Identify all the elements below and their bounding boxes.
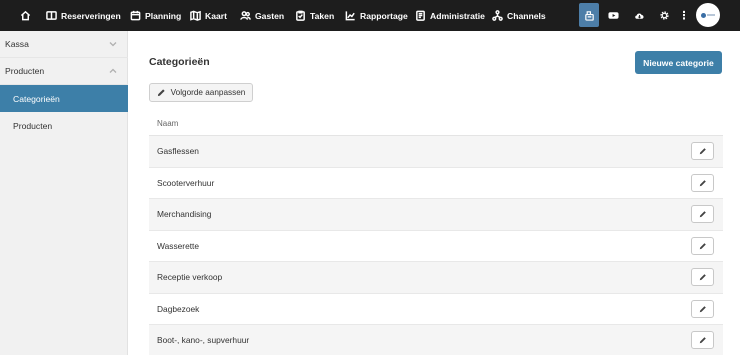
pencil-icon: [157, 89, 165, 97]
edit-button[interactable]: [691, 173, 714, 192]
nav-channels-label: Channels: [507, 10, 546, 21]
table-row: Receptie verkoop: [149, 262, 723, 294]
new-category-button[interactable]: Nieuwe categorie: [635, 51, 722, 74]
table-row: Boot-, kano-, supverhuur: [149, 325, 723, 355]
nav-taken-label: Taken: [310, 10, 335, 21]
edit-button[interactable]: [691, 236, 714, 255]
youtube-icon: [607, 12, 619, 19]
nav-planning-label: Planning: [145, 10, 182, 21]
avatar-logo-mark: [707, 14, 715, 16]
edit-button[interactable]: [691, 142, 714, 161]
gear-icon: [659, 11, 669, 20]
book-icon: [46, 11, 57, 20]
category-name: Boot-, kano-, supverhuur: [157, 335, 250, 346]
sidebar-item-categorieen[interactable]: Categorieën: [0, 85, 128, 112]
table-row: Wasserette: [149, 230, 723, 262]
network-icon: [492, 10, 503, 21]
pencil-icon: [699, 179, 706, 186]
category-name: Dagbezoek: [157, 303, 200, 314]
pos-register-button[interactable]: [579, 3, 599, 27]
category-name: Gasflessen: [157, 146, 199, 157]
video-button[interactable]: [604, 0, 622, 31]
table-row: Dagbezoek: [149, 293, 723, 325]
table-row: Scooterverhuur: [149, 167, 723, 199]
sidebar-group-label: Producten: [5, 66, 45, 76]
nav-planning[interactable]: Planning: [130, 0, 181, 31]
more-icon: ⋮: [678, 10, 690, 22]
home-icon: [20, 10, 31, 21]
column-header-naam: Naam: [149, 112, 723, 136]
edit-button[interactable]: [691, 331, 714, 350]
edit-button[interactable]: [691, 205, 714, 224]
pencil-icon: [699, 337, 706, 344]
register-icon: [584, 10, 594, 21]
nav-rapportage-label: Rapportage: [360, 10, 408, 21]
nav-reserveringen[interactable]: Reserveringen: [46, 0, 121, 31]
chevron-up-icon: [109, 67, 117, 75]
pencil-icon: [699, 242, 706, 249]
category-name: Merchandising: [157, 209, 212, 220]
pencil-icon: [699, 274, 706, 281]
calendar-icon: [130, 10, 141, 21]
nav-rapportage[interactable]: Rapportage: [345, 0, 408, 31]
sidebar-item-label: Producten: [13, 120, 53, 131]
nav-home[interactable]: [20, 0, 31, 31]
chevron-down-icon: [109, 40, 117, 48]
sidebar-group-kassa[interactable]: Kassa: [0, 31, 128, 58]
cloud-download-button[interactable]: [630, 0, 648, 31]
pencil-icon: [699, 305, 706, 312]
cloud-download-icon: [634, 13, 644, 19]
category-name: Wasserette: [157, 240, 200, 251]
nav-gasten[interactable]: Gasten: [240, 0, 284, 31]
nav-gasten-label: Gasten: [255, 10, 285, 21]
reorder-button-label: Volgorde aanpassen: [170, 88, 246, 97]
users-icon: [240, 11, 251, 20]
sidebar-group-label: Kassa: [5, 39, 29, 49]
chart-icon: [345, 11, 355, 21]
pencil-icon: [699, 211, 706, 218]
edit-button[interactable]: [691, 268, 714, 287]
avatar-logo-dot: [701, 12, 706, 18]
table-row: Gasflessen: [149, 136, 723, 168]
nav-administratie-label: Administratie: [430, 10, 485, 21]
top-navigation: Reserveringen Planning Kaart Gasten Take…: [0, 0, 740, 31]
avatar[interactable]: [696, 3, 720, 27]
invoice-icon: [416, 10, 425, 21]
nav-channels[interactable]: Channels: [492, 0, 546, 31]
nav-kaart[interactable]: Kaart: [190, 0, 227, 31]
sidebar-item-label: Categorieën: [13, 93, 60, 104]
category-name: Receptie verkoop: [157, 272, 223, 283]
reorder-button[interactable]: Volgorde aanpassen: [149, 83, 253, 102]
categories-table: Naam Gasflessen Scooterverhuur Merchandi…: [149, 112, 723, 355]
sidebar-group-producten[interactable]: Producten: [0, 58, 128, 85]
pencil-icon: [699, 148, 706, 155]
nav-reserveringen-label: Reserveringen: [61, 10, 121, 21]
nav-administratie[interactable]: Administratie: [415, 0, 485, 31]
settings-button[interactable]: [655, 0, 673, 31]
nav-taken[interactable]: Taken: [295, 0, 334, 31]
nav-kaart-label: Kaart: [205, 10, 227, 21]
sidebar-item-producten[interactable]: Producten: [0, 112, 128, 139]
table-row: Merchandising: [149, 199, 723, 231]
page-title: Categorieën: [149, 56, 210, 68]
clipboard-icon: [296, 10, 305, 21]
sidebar: Kassa Producten Categorieën Producten: [0, 31, 128, 355]
category-name: Scooterverhuur: [157, 177, 215, 188]
map-icon: [190, 10, 201, 21]
more-menu-button[interactable]: ⋮: [678, 0, 690, 31]
edit-button[interactable]: [691, 299, 714, 318]
